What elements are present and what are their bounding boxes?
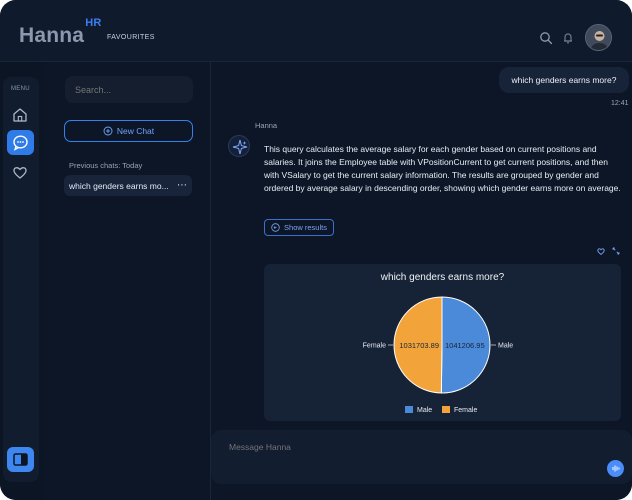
arrow-left-icon bbox=[271, 223, 280, 232]
sparkle-icon bbox=[232, 139, 248, 155]
rail-chat-button[interactable] bbox=[7, 130, 34, 155]
favorite-heart-icon[interactable] bbox=[596, 246, 606, 256]
heart-icon[interactable] bbox=[11, 163, 29, 181]
pie-category-label-female: Female bbox=[363, 343, 386, 350]
chart-card: which genders earns more? 1041206.95 Male… bbox=[264, 264, 621, 421]
pie-category-label-male: Male bbox=[498, 343, 513, 350]
chat-icon bbox=[13, 135, 28, 151]
pie-value-label-male: 1041206.95 bbox=[445, 341, 485, 350]
assistant-answer: This query calculates the average salary… bbox=[264, 144, 621, 193]
favourites-link[interactable]: FAVOURITES bbox=[107, 34, 155, 41]
user-message: which genders earns more? bbox=[499, 67, 629, 93]
bot-name: Hanna bbox=[255, 121, 278, 130]
search-icon[interactable] bbox=[539, 31, 553, 45]
show-results-label: Show results bbox=[284, 223, 327, 232]
previous-chats-title: Previous chats: Today bbox=[69, 161, 143, 170]
plus-circle-icon bbox=[103, 126, 113, 136]
message-input[interactable] bbox=[229, 440, 549, 454]
sidebar-icon bbox=[13, 453, 28, 466]
brand-name: Hanna bbox=[19, 24, 85, 47]
avatar-image bbox=[586, 25, 611, 50]
menu-label: MENU bbox=[11, 86, 30, 92]
pie-chart: 1041206.95 Male 1031703.89 Female Male Femal… bbox=[363, 296, 513, 414]
user-avatar[interactable] bbox=[585, 24, 612, 51]
message-time: 12:41 bbox=[611, 100, 629, 107]
previous-chat-item[interactable]: which genders earns mo... ⋯ bbox=[64, 175, 192, 196]
brand-logo: HannaHR bbox=[19, 17, 101, 48]
audio-wave-icon bbox=[612, 465, 620, 472]
bell-icon[interactable] bbox=[561, 31, 575, 45]
more-options-icon[interactable]: ⋯ bbox=[177, 180, 187, 191]
legend-swatch-male[interactable] bbox=[405, 406, 413, 413]
new-chat-label: New Chat bbox=[116, 126, 155, 136]
search-input[interactable] bbox=[65, 76, 193, 103]
top-bar: HannaHR FAVOURITES bbox=[0, 0, 632, 62]
send-button[interactable] bbox=[607, 460, 624, 477]
new-chat-button[interactable]: New Chat bbox=[64, 120, 193, 142]
toggle-sidebar-button[interactable] bbox=[7, 447, 34, 472]
expand-icon[interactable] bbox=[611, 246, 621, 256]
previous-chat-label: which genders earns mo... bbox=[69, 180, 169, 191]
composer bbox=[211, 430, 632, 484]
legend-label-female[interactable]: Female bbox=[454, 407, 477, 414]
app-window: HannaHR FAVOURITES MENU Search... New Ch… bbox=[0, 0, 632, 500]
show-results-button[interactable]: Show results bbox=[264, 219, 334, 236]
pie-value-label-female: 1031703.89 bbox=[399, 341, 439, 350]
brand-suffix: HR bbox=[85, 17, 102, 29]
bot-avatar bbox=[228, 135, 250, 157]
home-icon[interactable] bbox=[11, 106, 29, 124]
legend-swatch-female[interactable] bbox=[442, 406, 450, 413]
legend-label-male[interactable]: Male bbox=[417, 407, 432, 414]
